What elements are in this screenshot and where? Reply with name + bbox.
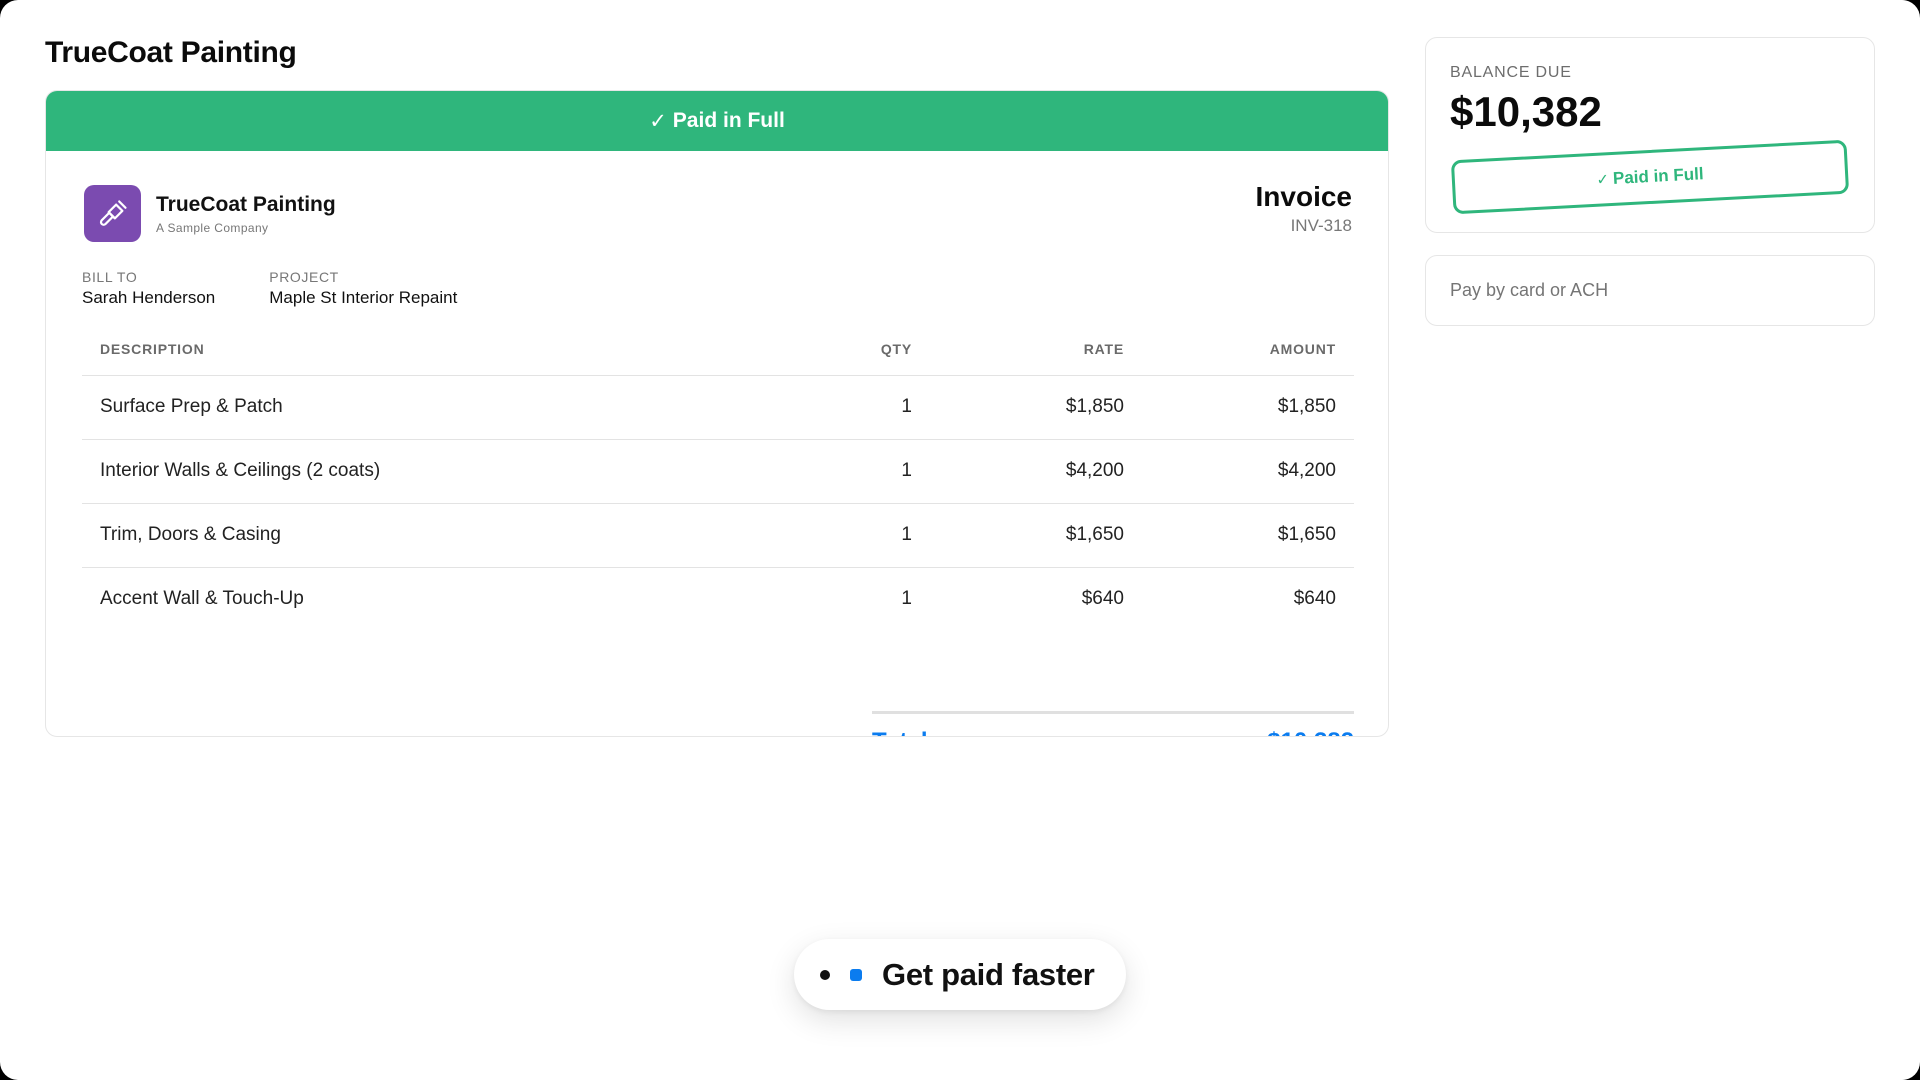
company-subtitle: A Sample Company <box>156 220 269 235</box>
line-item-qty: 1 <box>901 588 912 610</box>
line-item-amount: $4,200 <box>1142 439 1354 504</box>
black-dot-icon <box>820 969 830 980</box>
total-row: Total $10,382 <box>872 711 1354 736</box>
blue-square-icon <box>850 968 862 981</box>
project-label: PROJECT <box>269 269 339 285</box>
total-label: Total <box>872 728 928 736</box>
line-item-qty: 1 <box>820 503 930 568</box>
project-value: Maple St Interior Repaint <box>269 288 458 307</box>
line-item-rate: $1,650 <box>930 503 1142 568</box>
table-header-row: DESCRIPTION QTY RATE AMOUNT <box>82 323 1354 376</box>
invoice-label: Invoice <box>1255 181 1352 212</box>
line-item-description: Interior Walls & Ceilings (2 coats) <box>82 439 820 504</box>
table-row: Trim, Doors & Casing 1 $1,650 $1,650 <box>82 503 1354 568</box>
paid-banner: ✓ Paid in Full <box>46 91 1388 151</box>
promo-text: Get paid faster <box>882 956 1095 992</box>
column-header-rate: RATE <box>930 323 1142 376</box>
check-icon: ✓ <box>1596 171 1610 189</box>
paid-banner-label: Paid in Full <box>672 109 785 132</box>
line-item-rate: $4,200 <box>930 439 1142 504</box>
pay-by-card-option[interactable]: Pay by card or ACH <box>1425 255 1875 326</box>
check-icon: ✓ <box>649 109 667 133</box>
paintbrush-icon <box>84 185 141 242</box>
line-item-amount: $640 <box>1293 588 1336 610</box>
stamp-label: Paid in Full <box>1612 164 1705 188</box>
column-header-qty: QTY <box>820 323 930 376</box>
project: PROJECT Maple St Interior Repaint <box>269 269 457 308</box>
table-row: Surface Prep & Patch 1 $1,850 $1,850 <box>82 375 1354 440</box>
line-item-amount: $1,650 <box>1142 503 1354 568</box>
bill-to-label: BILL TO <box>82 269 138 285</box>
line-item-amount: $1,850 <box>1142 375 1354 440</box>
company-name: TrueCoat Painting <box>156 192 336 216</box>
line-item-rate: $1,850 <box>930 375 1142 440</box>
promo-pill: Get paid faster <box>794 939 1126 1010</box>
line-item-rate: $640 <box>1081 588 1124 610</box>
line-item-qty: 1 <box>820 439 930 504</box>
column-header-amount: AMOUNT <box>1142 323 1354 376</box>
balance-due-label: BALANCE DUE <box>1450 64 1572 81</box>
line-item-qty: 1 <box>820 375 930 440</box>
invoice-heading: Invoice INV-318 <box>1256 181 1352 236</box>
page-title: TrueCoat Painting <box>45 36 297 69</box>
invoice-meta: BILL TO Sarah Henderson PROJECT Maple St… <box>82 269 511 308</box>
line-item-description: Surface Prep & Patch <box>82 375 820 440</box>
table-row: Accent Wall & Touch-Up 1 $640 $640 <box>82 567 1354 631</box>
line-items-table: DESCRIPTION QTY RATE AMOUNT Surface Prep… <box>82 323 1354 631</box>
pay-option-label: Pay by card or ACH <box>1450 280 1609 300</box>
bill-to: BILL TO Sarah Henderson <box>82 269 215 308</box>
line-item-description: Accent Wall & Touch-Up <box>100 588 304 610</box>
column-header-description: DESCRIPTION <box>82 323 820 376</box>
balance-due-amount: $10,382 <box>1450 88 1602 135</box>
company-header: TrueCoat Painting A Sample Company <box>84 185 336 242</box>
paid-in-full-stamp: ✓ Paid in Full <box>1450 139 1850 215</box>
line-item-description: Trim, Doors & Casing <box>82 503 820 568</box>
total-value: $10,382 <box>1267 728 1354 736</box>
balance-due-card: BALANCE DUE $10,382 ✓ Paid in Full <box>1425 37 1875 233</box>
invoice-card: ✓ Paid in Full TrueCoat Painting A Sampl… <box>45 90 1389 737</box>
app-window: TrueCoat Painting ✓ Paid in Full TrueCoa… <box>0 0 1920 1080</box>
table-row: Interior Walls & Ceilings (2 coats) 1 $4… <box>82 439 1354 504</box>
invoice-number: INV-318 <box>1290 216 1352 235</box>
bill-to-value: Sarah Henderson <box>82 288 216 307</box>
